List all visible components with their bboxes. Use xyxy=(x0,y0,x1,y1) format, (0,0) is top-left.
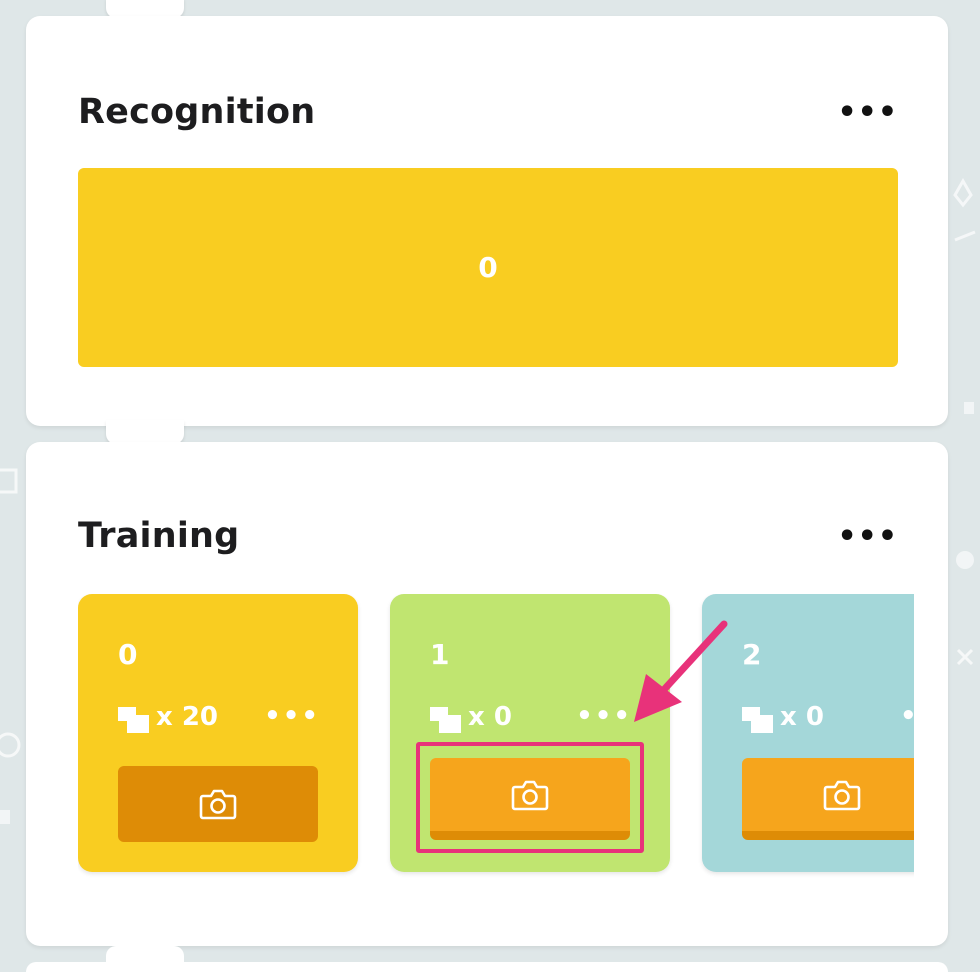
next-panel-edge xyxy=(26,962,948,972)
training-more-button[interactable]: ••• xyxy=(837,522,898,552)
image-stack-icon xyxy=(742,703,773,733)
recognition-result-value: 0 xyxy=(478,251,498,284)
capture-button[interactable] xyxy=(742,758,914,840)
recognition-result-bar: 0 xyxy=(78,168,898,367)
panel-connector-tab xyxy=(106,420,184,444)
class-card-0: 0 x 20 ••• xyxy=(78,594,358,872)
class-more-button[interactable]: ••• xyxy=(264,702,320,730)
training-panel: Training ••• 0 x 20 ••• 1 x 0 ••• 2 x 0 xyxy=(26,442,948,946)
class-more-button[interactable]: ••• xyxy=(576,702,632,730)
capture-button[interactable] xyxy=(430,758,630,840)
class-card-2: 2 x 0 • xyxy=(702,594,914,872)
sample-count: x 0 xyxy=(742,702,824,733)
capture-button[interactable] xyxy=(118,766,318,842)
sample-count: x 20 xyxy=(118,702,219,733)
class-cards-list: 0 x 20 ••• 1 x 0 ••• 2 x 0 xyxy=(78,594,914,884)
camera-icon xyxy=(823,780,861,810)
sample-count-label: x 0 xyxy=(780,702,824,732)
image-stack-icon xyxy=(430,703,461,733)
image-stack-icon xyxy=(118,703,149,733)
recognition-more-button[interactable]: ••• xyxy=(837,98,898,128)
sample-count-label: x 20 xyxy=(156,702,219,732)
recognition-panel: Recognition ••• 0 xyxy=(26,16,948,426)
class-name: 0 xyxy=(118,638,138,671)
camera-icon xyxy=(511,780,549,810)
class-name: 1 xyxy=(430,638,450,671)
sample-count-label: x 0 xyxy=(468,702,512,732)
class-more-button[interactable]: • xyxy=(900,702,914,730)
class-name: 2 xyxy=(742,638,762,671)
sample-count: x 0 xyxy=(430,702,512,733)
recognition-title: Recognition xyxy=(78,92,316,132)
training-title: Training xyxy=(78,516,240,556)
class-card-1: 1 x 0 ••• xyxy=(390,594,670,872)
camera-icon xyxy=(199,789,237,820)
